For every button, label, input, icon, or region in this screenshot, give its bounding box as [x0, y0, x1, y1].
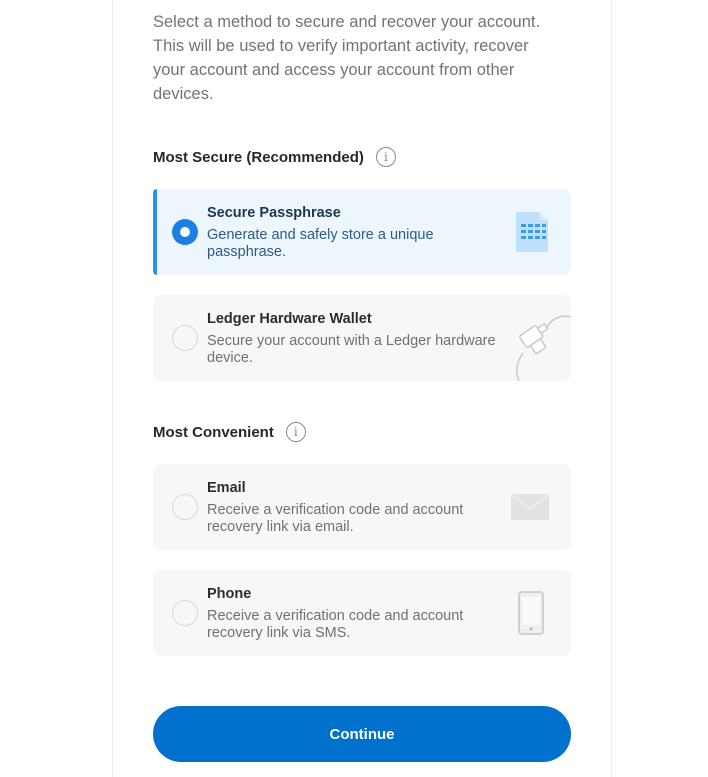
option-title: Ledger Hardware Wallet	[207, 311, 372, 327]
section-most-convenient: Most Convenient i	[153, 422, 306, 442]
info-icon[interactable]: i	[375, 147, 396, 167]
option-phone[interactable]: Phone Receive a verification code and ac…	[153, 570, 571, 656]
option-description: Generate and safely store a unique passp…	[207, 227, 434, 260]
section-most-secure: Most Secure (Recommended) i	[153, 147, 396, 167]
intro-text: Select a method to secure and recover yo…	[153, 13, 541, 103]
radio-button[interactable]	[172, 219, 198, 245]
option-description: Secure your account with a Ledger hardwa…	[207, 333, 496, 366]
option-ledger-hardware-wallet[interactable]: Ledger Hardware Wallet Secure your accou…	[153, 295, 571, 381]
envelope-icon	[511, 493, 550, 520]
option-title: Secure Passphrase	[207, 205, 341, 221]
option-description: Receive a verification code and account …	[207, 608, 464, 641]
info-icon[interactable]: i	[285, 422, 306, 442]
option-title: Phone	[207, 586, 252, 602]
usb-device-icon	[516, 315, 571, 381]
option-description: Receive a verification code and account …	[207, 502, 464, 535]
radio-button[interactable]	[172, 600, 198, 626]
continue-button[interactable]: Continue	[153, 706, 571, 762]
section-title: Most Secure (Recommended)	[153, 148, 364, 166]
document-icon	[516, 212, 548, 252]
radio-button[interactable]	[172, 494, 198, 520]
recovery-method-panel: Select a method to secure and recover yo…	[112, 0, 612, 777]
phone-icon	[518, 591, 544, 635]
option-title: Email	[207, 480, 246, 496]
radio-button[interactable]	[172, 325, 198, 351]
option-email[interactable]: Email Receive a verification code and ac…	[153, 464, 571, 550]
section-title: Most Convenient	[153, 423, 274, 441]
option-secure-passphrase[interactable]: Secure Passphrase Generate and safely st…	[153, 189, 571, 275]
